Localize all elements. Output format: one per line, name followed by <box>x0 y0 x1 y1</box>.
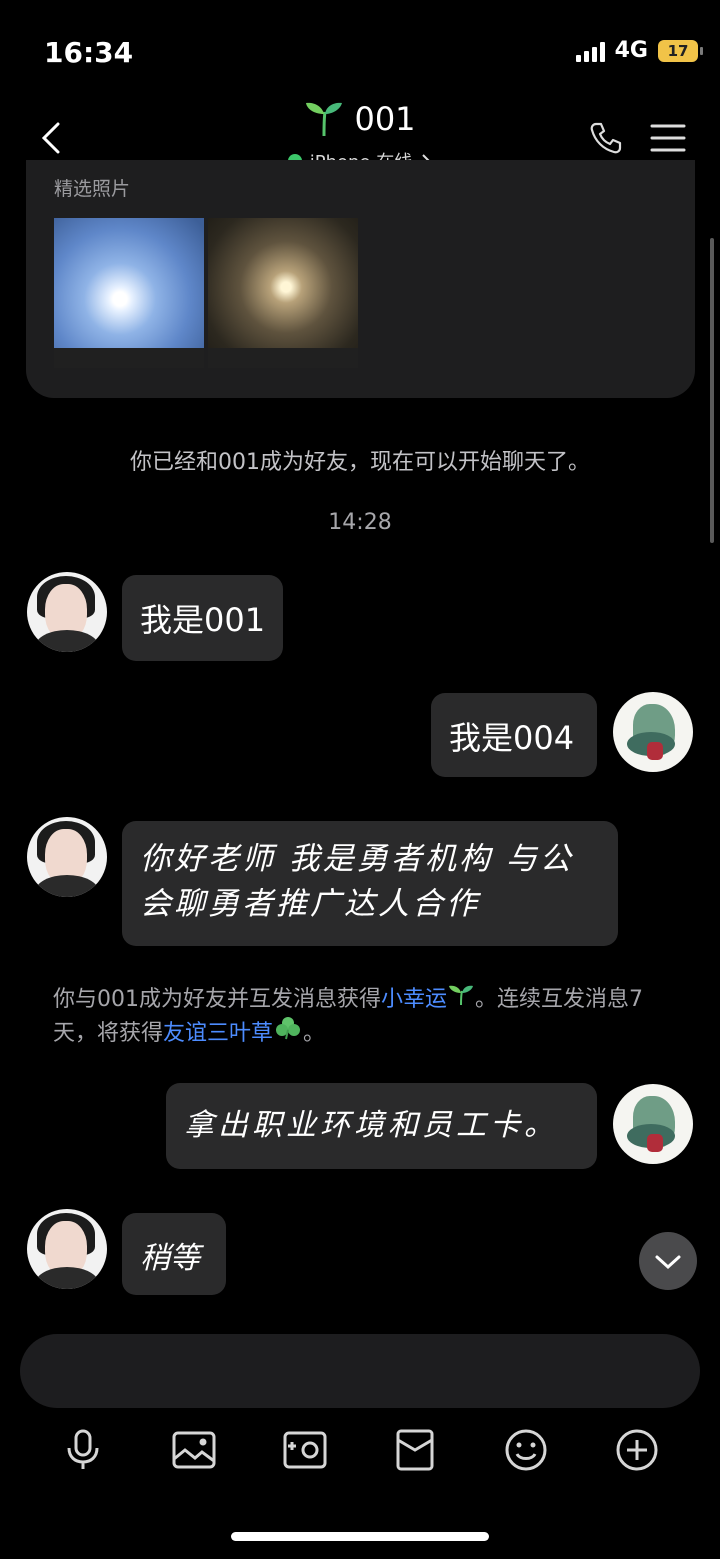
message-bubble-incoming[interactable]: 你好老师 我是勇者机构 与公会聊勇者推广达人合作 <box>122 821 618 946</box>
red-envelope-icon <box>396 1429 434 1471</box>
signal-icon <box>575 40 605 62</box>
home-indicator[interactable] <box>231 1532 489 1541</box>
message-bubble-incoming[interactable]: 稍等 <box>122 1213 226 1295</box>
contact-avatar[interactable] <box>27 572 107 652</box>
chevron-down-icon <box>655 1255 681 1270</box>
timestamp: 14:28 <box>328 510 392 535</box>
scrollbar[interactable] <box>710 238 714 543</box>
self-avatar[interactable] <box>613 692 693 772</box>
message-bubble-outgoing[interactable]: 拿出职业环境和员工卡。 <box>166 1083 597 1169</box>
more-button[interactable] <box>611 1424 663 1476</box>
message-bubble-incoming[interactable]: 我是001 <box>122 575 284 661</box>
clover-link[interactable]: 友谊三叶草 <box>163 1021 273 1046</box>
camera-icon <box>283 1431 327 1469</box>
featured-photo[interactable] <box>54 218 204 368</box>
menu-button[interactable] <box>650 122 686 158</box>
status-indicators: 4G 17 <box>575 38 703 63</box>
message-input[interactable] <box>20 1334 700 1408</box>
call-button[interactable] <box>588 120 624 160</box>
contact-avatar[interactable] <box>27 817 107 897</box>
notice-text: 你与001成为好友并互发消息获得 <box>53 987 381 1012</box>
phone-icon <box>590 122 622 154</box>
self-avatar[interactable] <box>613 1084 693 1164</box>
featured-photo[interactable] <box>208 218 358 368</box>
chat-title[interactable]: 001 <box>304 100 416 138</box>
sprout-icon <box>306 102 343 137</box>
battery-icon: 17 <box>658 39 703 62</box>
voice-button[interactable] <box>57 1424 109 1476</box>
notice-text: 。 <box>303 1021 326 1046</box>
status-time: 16:34 <box>44 36 134 69</box>
image-icon <box>172 1431 216 1469</box>
lucky-link[interactable]: 小幸运 <box>381 987 447 1012</box>
profile-card[interactable]: 精选照片 <box>26 160 695 398</box>
friendship-notice: 你与001成为好友并互发消息获得小幸运 。连续互发消息7天，将获得友谊三叶草。 <box>53 983 673 1050</box>
photo-button[interactable] <box>168 1424 220 1476</box>
red-packet-button[interactable] <box>389 1424 441 1476</box>
sprout-icon <box>449 985 474 1006</box>
clover-icon <box>276 1017 301 1040</box>
contact-name: 001 <box>354 100 416 138</box>
microphone-icon <box>67 1429 99 1469</box>
featured-photos-label: 精选照片 <box>54 178 131 200</box>
input-toolbar <box>0 1424 720 1480</box>
emoji-button[interactable] <box>500 1424 552 1476</box>
scroll-to-bottom-button[interactable] <box>639 1232 697 1290</box>
menu-icon <box>650 124 686 152</box>
network-label: 4G <box>614 38 648 63</box>
camera-button[interactable] <box>279 1424 331 1476</box>
friend-added-notice: 你已经和001成为好友，现在可以开始聊天了。 <box>130 450 590 475</box>
message-bubble-outgoing[interactable]: 我是004 <box>431 693 597 777</box>
contact-avatar[interactable] <box>27 1209 107 1289</box>
plus-circle-icon <box>616 1429 658 1471</box>
smiley-icon <box>505 1429 547 1471</box>
